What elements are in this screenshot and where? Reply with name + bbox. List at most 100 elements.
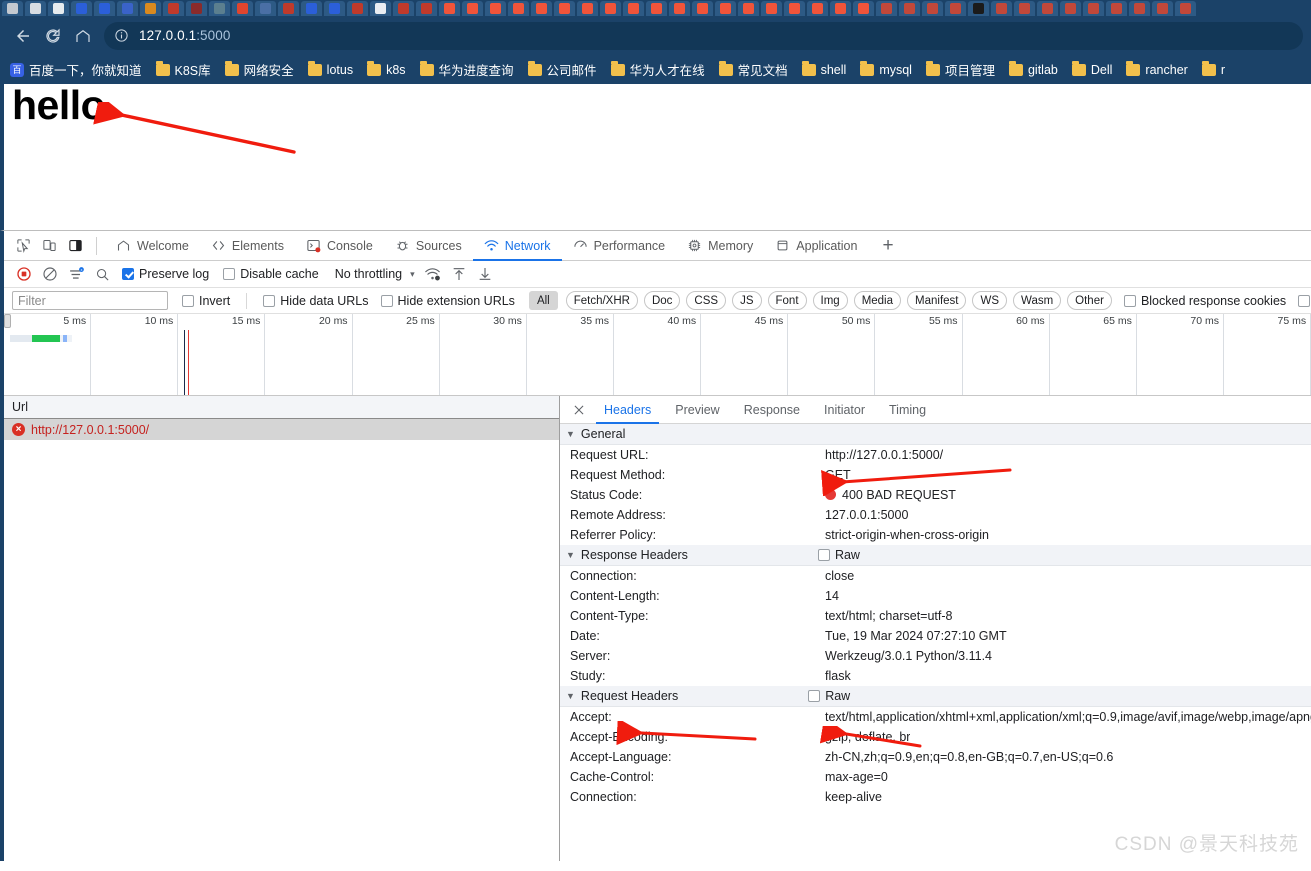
throttling-dropdown[interactable]: No throttling ▾ — [331, 267, 419, 281]
browser-tab[interactable] — [508, 1, 529, 16]
browser-tab[interactable] — [646, 1, 667, 16]
browser-tab[interactable] — [439, 1, 460, 16]
browser-tab[interactable] — [347, 1, 368, 16]
hide-extension-urls-checkbox[interactable]: Hide extension URLs — [380, 294, 515, 308]
browser-tab[interactable] — [876, 1, 897, 16]
network-conditions-icon[interactable] — [421, 263, 445, 285]
blocked-requests-box[interactable] — [1298, 294, 1311, 307]
browser-tab[interactable] — [968, 1, 989, 16]
bookmark-item-k8s库[interactable]: K8S库 — [155, 60, 211, 79]
browser-tab[interactable] — [416, 1, 437, 16]
address-bar[interactable]: 127.0.0.1:5000 — [104, 21, 1303, 50]
type-filter-js[interactable]: JS — [732, 291, 762, 310]
browser-tab[interactable] — [71, 1, 92, 16]
browser-tab[interactable] — [278, 1, 299, 16]
browser-tab[interactable] — [393, 1, 414, 16]
tab-sources[interactable]: Sources — [384, 231, 473, 260]
browser-tab[interactable] — [2, 1, 23, 16]
blocked-requests-checkbox[interactable]: Blocked requests — [1298, 294, 1311, 308]
browser-tab[interactable] — [1106, 1, 1127, 16]
bookmark-item-网络安全[interactable]: 网络安全 — [224, 60, 294, 79]
browser-tab[interactable] — [623, 1, 644, 16]
clear-no-entry-icon[interactable] — [38, 263, 62, 285]
import-arrow-up-icon[interactable] — [447, 263, 471, 285]
details-tab-response[interactable]: Response — [732, 396, 812, 423]
browser-tab[interactable] — [692, 1, 713, 16]
bookmarks-bar[interactable]: 百百度一下，你就知道 K8S库 网络安全 lotus k8s 华为进度查询 公司邮件 华为人才… — [0, 55, 1311, 84]
section-header-request-headers[interactable]: ▼ Request Headers Raw — [560, 686, 1311, 707]
tab-network[interactable]: Network — [472, 231, 562, 261]
dock-side-icon[interactable] — [62, 234, 88, 258]
inspect-element-icon[interactable] — [10, 234, 36, 258]
browser-tab[interactable] — [462, 1, 483, 16]
tab-console[interactable]: Console — [295, 231, 384, 260]
record-stop-icon[interactable] — [12, 263, 36, 285]
bookmark-item-项目管理[interactable]: 项目管理 — [925, 60, 995, 79]
browser-tab[interactable] — [531, 1, 552, 16]
browser-tab[interactable] — [117, 1, 138, 16]
bookmark-item-dell[interactable]: Dell — [1071, 61, 1112, 77]
tab-application[interactable]: Application — [764, 231, 868, 260]
browser-tab[interactable] — [991, 1, 1012, 16]
browser-tab[interactable] — [922, 1, 943, 16]
browser-tab[interactable] — [25, 1, 46, 16]
browser-tab[interactable] — [830, 1, 851, 16]
browser-tab[interactable] — [853, 1, 874, 16]
browser-tab[interactable] — [232, 1, 253, 16]
type-filter-wasm[interactable]: Wasm — [1013, 291, 1062, 310]
browser-tab[interactable] — [738, 1, 759, 16]
disable-cache-checkbox[interactable]: Disable cache — [223, 267, 319, 281]
browser-tab[interactable] — [1152, 1, 1173, 16]
bookmark-item-shell[interactable]: shell — [801, 61, 846, 77]
type-filter-img[interactable]: Img — [812, 291, 848, 310]
browser-tab[interactable] — [48, 1, 69, 16]
browser-tab[interactable] — [577, 1, 598, 16]
browser-tab[interactable] — [370, 1, 391, 16]
bookmark-item-华为人才在线[interactable]: 华为人才在线 — [610, 60, 705, 79]
table-row[interactable]: × http://127.0.0.1:5000/ — [4, 419, 559, 440]
browser-tab[interactable] — [600, 1, 621, 16]
blocked-response-cookies-checkbox[interactable]: Blocked response cookies — [1123, 294, 1286, 308]
details-tab-initiator[interactable]: Initiator — [812, 396, 877, 423]
browser-tab[interactable] — [163, 1, 184, 16]
type-filter-font[interactable]: Font — [767, 291, 807, 310]
browser-tab[interactable] — [1175, 1, 1196, 16]
preserve-log-checkbox[interactable]: Preserve log — [122, 267, 209, 281]
bookmark-item-mysql[interactable]: mysql — [860, 61, 912, 77]
request-rows[interactable]: × http://127.0.0.1:5000/ — [4, 419, 559, 861]
search-icon[interactable] — [90, 263, 114, 285]
details-tab-headers[interactable]: Headers — [592, 396, 663, 424]
blocked-response-cookies-box[interactable] — [1123, 294, 1136, 307]
back-button[interactable] — [8, 21, 38, 51]
site-info-icon[interactable] — [114, 28, 129, 43]
bookmark-item-k8s[interactable]: k8s — [367, 61, 406, 77]
details-tab-preview[interactable]: Preview — [663, 396, 731, 423]
browser-tab[interactable] — [554, 1, 575, 16]
type-filter-fetch-xhr[interactable]: Fetch/XHR — [565, 291, 638, 310]
browser-tab[interactable] — [1129, 1, 1150, 16]
tab-welcome[interactable]: Welcome — [105, 231, 200, 260]
bookmark-item-常见文档[interactable]: 常见文档 — [718, 60, 788, 79]
type-filter-css[interactable]: CSS — [686, 291, 727, 310]
timeline-window-handle[interactable] — [4, 314, 11, 328]
details-tab-timing[interactable]: Timing — [877, 396, 938, 423]
browser-tab[interactable] — [1083, 1, 1104, 16]
bookmark-item-rancher[interactable]: rancher — [1126, 61, 1188, 77]
browser-tab[interactable] — [899, 1, 920, 16]
browser-tab-strip[interactable] — [0, 0, 1311, 16]
type-filter-doc[interactable]: Doc — [643, 291, 681, 310]
export-arrow-down-icon[interactable] — [473, 263, 497, 285]
browser-tab[interactable] — [1037, 1, 1058, 16]
type-filter-manifest[interactable]: Manifest — [907, 291, 967, 310]
browser-tab[interactable] — [784, 1, 805, 16]
raw-checkbox[interactable] — [808, 690, 821, 702]
browser-tab[interactable] — [669, 1, 690, 16]
browser-tab[interactable] — [140, 1, 161, 16]
bookmark-item-华为进度查询[interactable]: 华为进度查询 — [419, 60, 514, 79]
home-button[interactable] — [68, 21, 98, 51]
section-header-general[interactable]: ▼ General — [560, 424, 1311, 445]
browser-tab[interactable] — [301, 1, 322, 16]
browser-tab[interactable] — [255, 1, 276, 16]
bookmark-item-百度一下，你就知道[interactable]: 百百度一下，你就知道 — [10, 60, 142, 79]
type-filter-other[interactable]: Other — [1067, 291, 1112, 310]
